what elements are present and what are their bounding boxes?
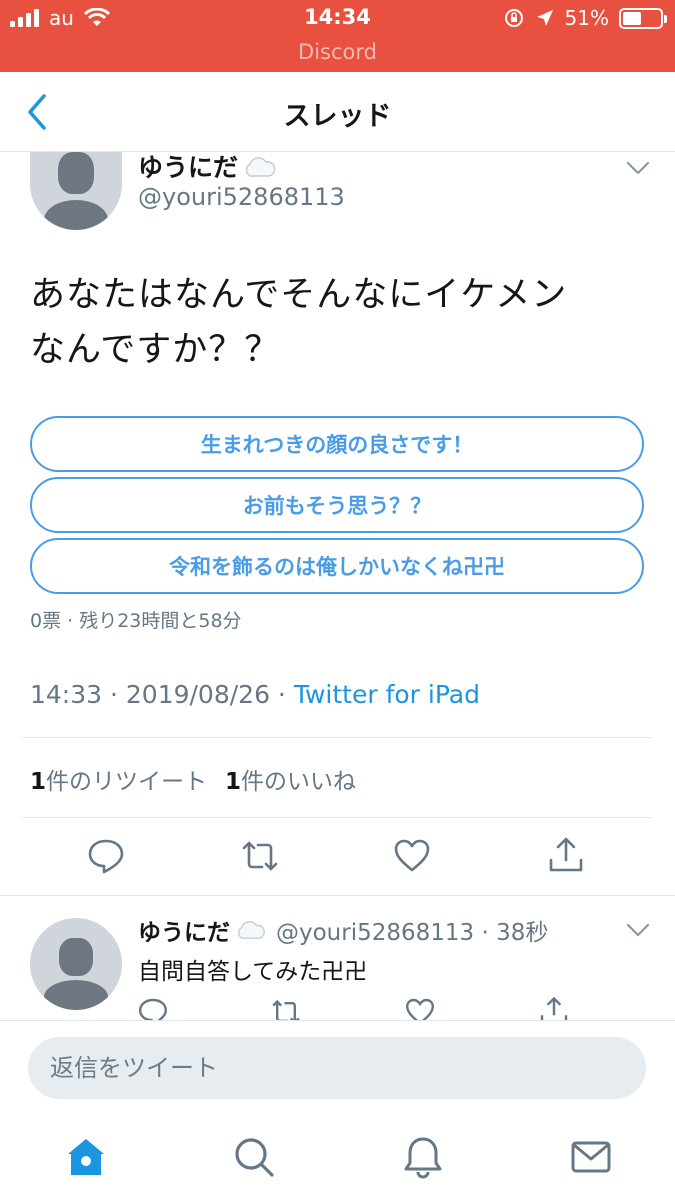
cloud-icon (234, 920, 266, 940)
battery-icon (619, 7, 667, 29)
tweet-text-line: なんですか？？ (30, 330, 281, 370)
search-icon (235, 1138, 274, 1177)
display-name[interactable]: ゆうにだ (138, 148, 276, 184)
share-button[interactable] (546, 836, 586, 876)
page-title: スレッド (283, 101, 392, 132)
heart-icon (394, 839, 430, 872)
reply-time: 38秒 (496, 920, 549, 946)
reply-icon (88, 839, 124, 874)
return-to-app[interactable]: Discord (0, 40, 675, 64)
like-stat[interactable]: 1件のいいね (225, 762, 356, 796)
engagement-stats: 1件のリツイート 1件のいいね (30, 762, 356, 796)
tab-home[interactable] (64, 1135, 108, 1179)
tweet-text: あなたはなんでそんなにイケメン なんですか？？ (30, 268, 650, 378)
chevron-down-icon[interactable] (626, 160, 650, 176)
timestamp-text: 14:33 · 2019/08/26 · (30, 680, 294, 709)
bell-icon (404, 1137, 442, 1179)
status-right: 51% (503, 6, 667, 30)
chevron-down-icon[interactable] (626, 922, 650, 938)
poll-option-1[interactable]: 生まれつきの顔の良さです！ (30, 416, 644, 472)
source-link[interactable]: Twitter for iPad (294, 680, 480, 709)
tab-notifications[interactable] (401, 1135, 445, 1179)
divider (22, 737, 652, 738)
mail-icon (571, 1141, 611, 1173)
avatar[interactable] (30, 152, 122, 230)
reply-button[interactable] (86, 836, 126, 876)
tweet-timestamp: 14:33 · 2019/08/26 · Twitter for iPad (30, 680, 480, 709)
poll-option-3[interactable]: 令和を飾るのは俺しかいなくね卍卍 (30, 538, 644, 594)
location-icon (536, 10, 553, 26)
retweet-stat[interactable]: 1件のリツイート (30, 762, 207, 796)
status-bar: au 14:34 51% Discord (0, 0, 675, 72)
reply-handle[interactable]: @youri52868113 · 38秒 (276, 913, 548, 947)
cloud-icon (242, 155, 276, 177)
home-icon (68, 1139, 104, 1175)
reply-text: 自問自答してみた卍卍 (138, 959, 368, 985)
divider (0, 895, 675, 896)
poll-option-2[interactable]: お前もそう思う？？ (30, 477, 644, 533)
share-icon (549, 837, 583, 872)
like-button[interactable] (392, 836, 432, 876)
tab-bar (0, 1115, 675, 1200)
poll-meta: 0票 · 残り23時間と58分 (30, 610, 242, 632)
rotation-lock-icon (504, 9, 523, 27)
battery-percent: 51% (564, 6, 609, 30)
reply-composer (0, 1020, 675, 1115)
retweet-button[interactable] (240, 836, 280, 876)
tweet-text-line: あなたはなんでそんなにイケメン (30, 275, 568, 315)
tab-search[interactable] (232, 1135, 276, 1179)
user-handle[interactable]: @youri52868113 (138, 183, 345, 211)
reply-avatar[interactable] (30, 918, 122, 1010)
retweet-icon (242, 841, 278, 871)
nav-header: スレッド (0, 72, 675, 152)
tab-messages[interactable] (569, 1135, 613, 1179)
divider (22, 817, 652, 818)
reply-input[interactable] (28, 1037, 646, 1099)
reply-display-name[interactable]: ゆうにだ @youri52868113 · 38秒 (138, 913, 548, 947)
